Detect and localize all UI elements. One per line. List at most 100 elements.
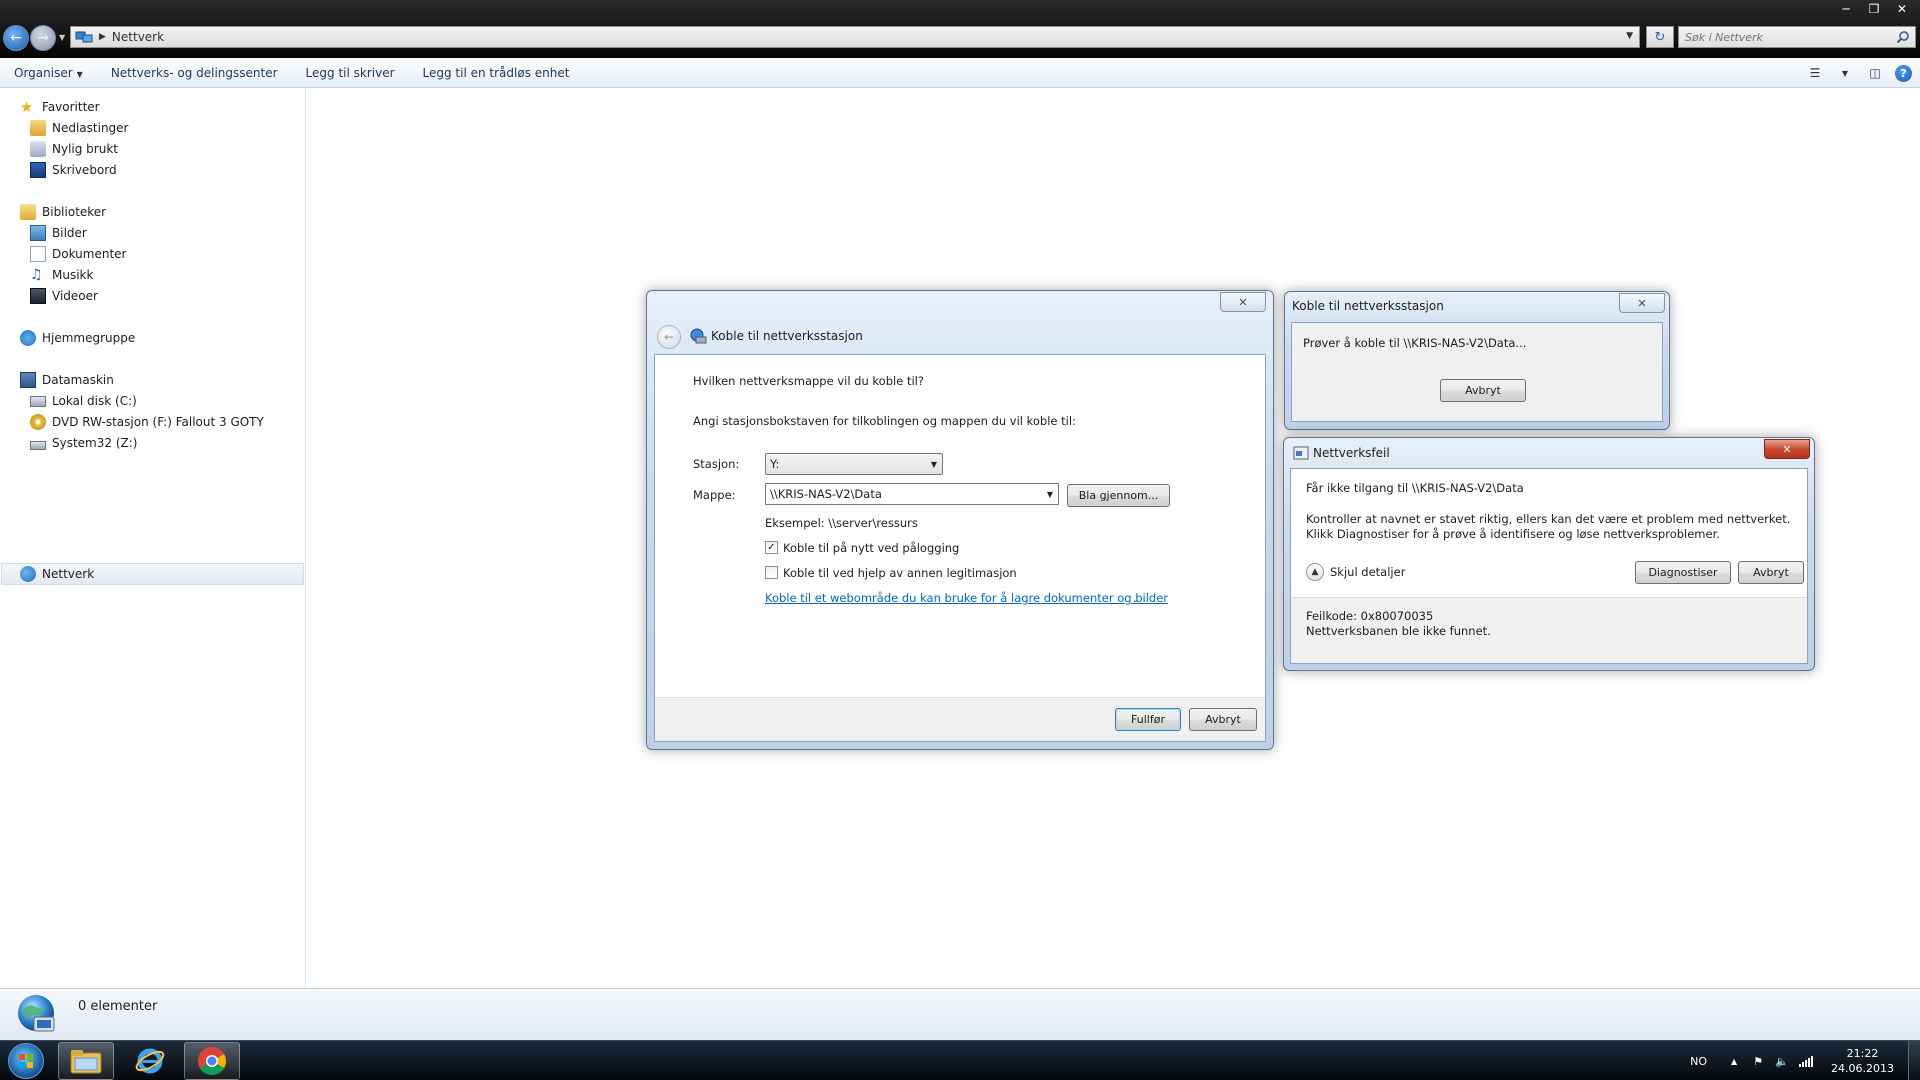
- back-button[interactable]: ←: [3, 25, 29, 51]
- network-sharing-center-button[interactable]: Nettverks- og delingssenter: [97, 66, 292, 80]
- browse-button[interactable]: Bla gjennom...: [1067, 484, 1170, 507]
- reconnect-label[interactable]: Koble til på nytt ved pålogging: [783, 541, 959, 555]
- nav-homegroup[interactable]: Hjemmegruppe: [20, 328, 135, 348]
- refresh-button[interactable]: ↻: [1646, 26, 1674, 48]
- website-link-suffix: .: [1133, 591, 1137, 605]
- search-box[interactable]: [1678, 26, 1916, 48]
- preview-pane-button[interactable]: ◫: [1865, 63, 1885, 83]
- volume-icon[interactable]: 🔈: [1773, 1052, 1791, 1070]
- error-close-button[interactable]: ✕: [1764, 439, 1810, 459]
- diagnose-button[interactable]: Diagnostiser: [1635, 561, 1731, 584]
- start-button[interactable]: [8, 1043, 44, 1079]
- network-signal-icon[interactable]: [1797, 1052, 1815, 1070]
- connecting-close-button[interactable]: ✕: [1619, 293, 1665, 313]
- nav-item-label: Lokal disk (C:): [52, 394, 137, 408]
- connecting-message: Prøver å koble til \\KRIS-NAS-V2\Data...: [1303, 336, 1527, 350]
- restore-button[interactable]: ❐: [1860, 0, 1888, 18]
- nav-item-pictures[interactable]: Bilder: [30, 223, 87, 243]
- show-desktop-button[interactable]: [1908, 1041, 1920, 1080]
- nav-item-downloads[interactable]: Nedlastinger: [30, 118, 129, 138]
- chrome-icon: [198, 1047, 226, 1075]
- action-center-flag-icon[interactable]: ⚑: [1749, 1052, 1767, 1070]
- change-view-button[interactable]: ☰: [1805, 63, 1825, 83]
- nav-item-videos[interactable]: Videoer: [30, 286, 98, 306]
- minimize-button[interactable]: ─: [1832, 0, 1860, 18]
- close-window-button[interactable]: ✕: [1888, 0, 1916, 18]
- navigation-pane: ★ Favoritter Nedlastinger Nylig brukt Sk…: [0, 88, 306, 988]
- drive-select[interactable]: Y: ▼: [765, 453, 943, 475]
- website-link[interactable]: Koble til et webområde du kan bruke for …: [765, 591, 1168, 605]
- address-dropdown-icon[interactable]: ▼: [1626, 31, 1633, 41]
- internet-explorer-icon: [135, 1048, 165, 1074]
- connecting-dialog-content: Prøver å koble til \\KRIS-NAS-V2\Data...…: [1291, 322, 1663, 422]
- videos-icon: [30, 288, 46, 304]
- nav-item-label: Nylig brukt: [52, 142, 118, 156]
- computer-icon: [20, 372, 36, 388]
- address-breadcrumb[interactable]: Nettverk: [112, 30, 164, 44]
- preview-pane-icon: ◫: [1869, 66, 1881, 80]
- help-icon[interactable]: ?: [1895, 64, 1912, 82]
- nav-homegroup-label: Hjemmegruppe: [42, 331, 136, 345]
- show-hidden-icons-button[interactable]: ▲: [1725, 1052, 1743, 1070]
- address-bar[interactable]: ▶ Nettverk ▼: [70, 26, 1640, 48]
- other-credentials-label[interactable]: Koble til ved hjelp av annen legitimasjo…: [783, 566, 1017, 580]
- view-options-icon: ☰: [1809, 66, 1821, 80]
- taskbar-ie-button[interactable]: [122, 1042, 178, 1080]
- taskbar-explorer-button[interactable]: [58, 1042, 114, 1080]
- collapse-details-button[interactable]: ▲: [1306, 563, 1324, 581]
- search-input[interactable]: [1685, 30, 1885, 44]
- reconnect-checkbox[interactable]: ✓: [765, 541, 778, 554]
- system-tray: NO ▲ ⚑ 🔈 21:22 24.06.2013: [1690, 1041, 1920, 1080]
- nav-item-recent[interactable]: Nylig brukt: [30, 139, 118, 159]
- folder-input[interactable]: \\KRIS-NAS-V2\Data ▼: [765, 483, 1059, 505]
- nav-item-music[interactable]: ♫ Musikk: [30, 265, 93, 285]
- drive-select-value: Y:: [770, 457, 780, 471]
- wizard-cancel-button[interactable]: Avbryt: [1189, 708, 1257, 731]
- chevron-down-icon[interactable]: ▼: [1047, 490, 1053, 499]
- status-bar: 0 elementer: [0, 988, 1920, 1040]
- map-network-drive-dialog: ✕ ← Koble til nettverksstasjon Hvilken n…: [646, 290, 1274, 750]
- connecting-dialog-title: Koble til nettverksstasjon: [1292, 299, 1444, 313]
- language-indicator[interactable]: NO: [1690, 1055, 1707, 1068]
- nav-favorites[interactable]: ★ Favoritter: [20, 97, 100, 117]
- nav-item-network-drive[interactable]: System32 (Z:): [30, 433, 137, 453]
- hide-details-label[interactable]: Skjul detaljer: [1330, 565, 1405, 579]
- forward-button[interactable]: →: [30, 25, 56, 51]
- close-icon: ✕: [1896, 2, 1908, 16]
- recent-pages-dropdown[interactable]: ▼: [59, 33, 65, 42]
- nav-libraries[interactable]: Biblioteker: [20, 202, 106, 222]
- item-count: 0 elementer: [78, 999, 158, 1014]
- search-icon[interactable]: [1896, 30, 1910, 44]
- dvd-disc-icon: [30, 414, 46, 430]
- nav-network-label: Nettverk: [42, 567, 95, 581]
- example-text: Eksempel: \\server\ressurs: [765, 516, 918, 530]
- star-icon: ★: [20, 98, 34, 116]
- add-printer-button[interactable]: Legg til skriver: [292, 66, 409, 80]
- nav-item-dvd-drive[interactable]: DVD RW-stasjon (F:) Fallout 3 GOTY: [30, 412, 264, 432]
- error-cancel-button[interactable]: Avbryt: [1738, 561, 1804, 584]
- error-code: Feilkode: 0x80070035: [1306, 609, 1434, 623]
- clock[interactable]: 21:22 24.06.2013: [1831, 1046, 1894, 1076]
- organize-menu[interactable]: Organiser ▼: [0, 66, 97, 80]
- nav-item-documents[interactable]: Dokumenter: [30, 244, 126, 264]
- chevron-right-icon[interactable]: ▶: [99, 32, 106, 42]
- connecting-cancel-button[interactable]: Avbryt: [1440, 379, 1526, 402]
- wizard-close-button[interactable]: ✕: [1220, 292, 1266, 312]
- wizard-back-button[interactable]: ←: [657, 325, 681, 349]
- close-icon: ✕: [1238, 295, 1248, 309]
- add-wireless-device-button[interactable]: Legg til en trådløs enhet: [409, 66, 584, 80]
- nav-favorites-label: Favoritter: [42, 100, 100, 114]
- downloads-folder-icon: [30, 120, 46, 136]
- nav-item-local-disk[interactable]: Lokal disk (C:): [30, 391, 137, 411]
- arrow-right-icon: →: [37, 30, 49, 46]
- finish-button[interactable]: Fullfør: [1115, 708, 1181, 731]
- nav-item-desktop[interactable]: Skrivebord: [30, 160, 117, 180]
- view-controls: ☰ ▼ ◫ ?: [1805, 63, 1912, 83]
- taskbar-chrome-button[interactable]: [184, 1042, 240, 1080]
- other-credentials-checkbox[interactable]: [765, 566, 778, 579]
- nav-computer[interactable]: Datamaskin: [20, 370, 114, 390]
- taskbar: NO ▲ ⚑ 🔈 21:22 24.06.2013: [0, 1040, 1920, 1080]
- view-dropdown-button[interactable]: ▼: [1835, 63, 1855, 83]
- nav-network[interactable]: Nettverk: [20, 564, 94, 584]
- recent-places-icon: [30, 141, 46, 157]
